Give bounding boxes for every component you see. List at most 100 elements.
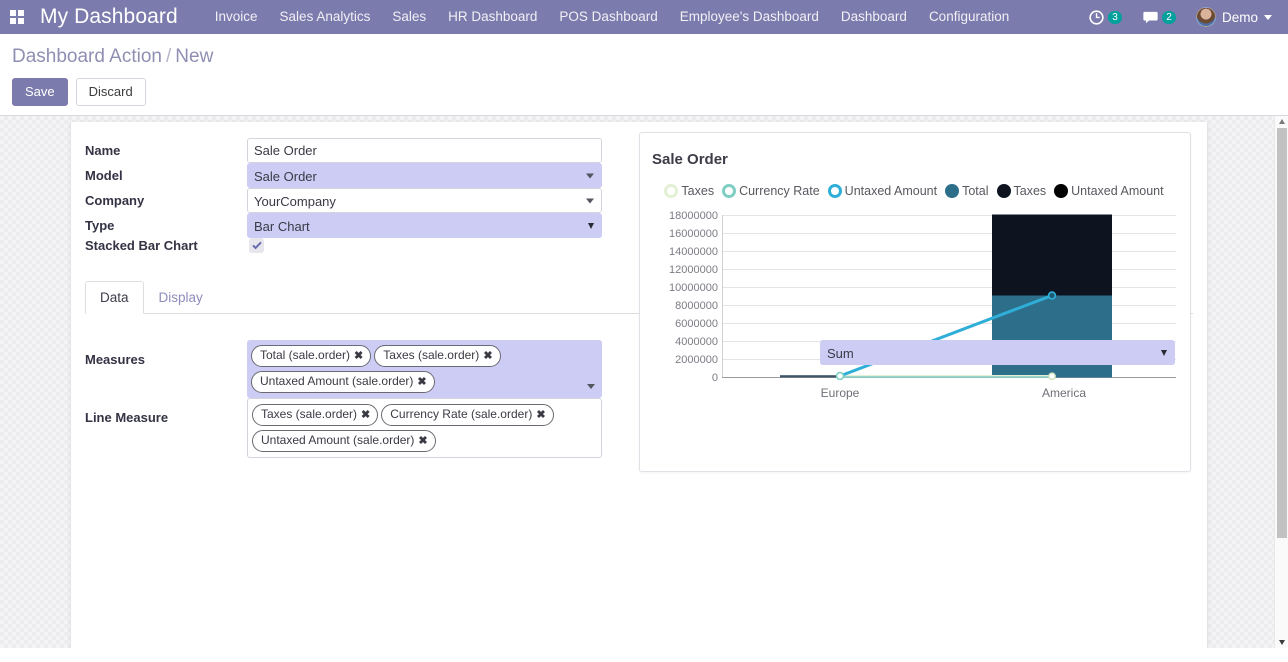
scrollbar-thumb[interactable]	[1277, 128, 1287, 538]
top-navbar: My Dashboard Invoice Sales Analytics Sal…	[0, 0, 1288, 34]
y-tick: 8000000	[675, 300, 718, 312]
model-select[interactable]: Sale Order	[247, 163, 602, 188]
tag-label: Untaxed Amount (sale.order)	[260, 374, 414, 388]
menu-item-invoice[interactable]: Invoice	[204, 0, 269, 34]
x-axis-tick-labels: Europe America	[821, 386, 1087, 400]
field-row-model: Model Sale Order	[85, 163, 618, 188]
close-x-icon[interactable]: ✖	[354, 350, 363, 362]
data-type-select-value: Sum	[827, 346, 854, 361]
line-point-america-taxes[interactable]	[1048, 372, 1056, 381]
tag-line-measure[interactable]: Untaxed Amount (sale.order) ✖	[252, 430, 436, 452]
legend-item-untaxed-amount-line[interactable]: Untaxed Amount	[827, 184, 937, 198]
close-x-icon[interactable]: ✖	[536, 409, 545, 421]
control-panel-buttons: Save Discard	[12, 78, 1288, 106]
y-axis-tick-labels: 18000000 16000000 14000000 12000000 1000…	[669, 210, 718, 384]
tag-measure[interactable]: Total (sale.order) ✖	[251, 345, 372, 367]
close-x-icon[interactable]: ✖	[361, 409, 370, 421]
apps-menu-button[interactable]	[0, 0, 34, 34]
breadcrumb-item-current: New	[175, 46, 214, 67]
tag-measure[interactable]: Untaxed Amount (sale.order) ✖	[251, 371, 435, 393]
tab-display[interactable]: Display	[144, 281, 218, 314]
save-button[interactable]: Save	[12, 78, 68, 106]
chevron-down-icon[interactable]	[587, 384, 595, 389]
type-select[interactable]: Bar Chart	[247, 213, 602, 238]
brand-title[interactable]: My Dashboard	[40, 5, 178, 29]
apps-grid-icon	[10, 10, 24, 24]
y-tick: 18000000	[669, 210, 718, 222]
activities-button[interactable]: 3	[1078, 0, 1132, 34]
stacked-bar-chart-label: Stacked Bar Chart	[85, 238, 198, 253]
tag-label: Currency Rate (sale.order)	[390, 407, 533, 421]
bar-america-total[interactable]	[992, 295, 1112, 378]
messages-button[interactable]: 2	[1132, 0, 1186, 34]
menu-item-sales-analytics[interactable]: Sales Analytics	[269, 0, 382, 34]
legend-marker-icon	[722, 184, 737, 198]
line-point-america-untaxed[interactable]	[1047, 291, 1057, 300]
check-icon	[251, 241, 262, 250]
scroll-up-icon[interactable]	[1278, 118, 1286, 126]
bar-chart-svg[interactable]: 18000000 16000000 14000000 12000000 1000…	[652, 205, 1180, 410]
legend-item-taxes-bar[interactable]: Taxes	[996, 184, 1047, 198]
field-row-stacked-bar-chart: Stacked Bar Chart	[85, 238, 618, 253]
bar-america-taxes[interactable]	[992, 214, 1112, 296]
tag-measure[interactable]: Taxes (sale.order) ✖	[374, 345, 501, 367]
legend-item-currency-rate[interactable]: Currency Rate	[722, 184, 820, 198]
breadcrumb: Dashboard Action / New	[12, 44, 1288, 69]
close-x-icon[interactable]: ✖	[483, 350, 492, 362]
company-label: Company	[85, 193, 145, 208]
close-x-icon[interactable]: ✖	[417, 376, 426, 388]
chat-bubble-icon	[1143, 11, 1158, 23]
menu-item-dashboard[interactable]: Dashboard	[830, 0, 918, 34]
y-tick: 10000000	[669, 282, 718, 294]
user-menu-button[interactable]: Demo	[1186, 0, 1280, 34]
scroll-down-icon[interactable]	[1278, 638, 1286, 646]
discard-button[interactable]: Discard	[75, 78, 146, 106]
field-row-name: Name	[85, 138, 618, 163]
tag-label: Untaxed Amount (sale.order)	[261, 433, 415, 447]
legend-marker-icon	[664, 184, 679, 198]
vertical-scrollbar[interactable]	[1274, 116, 1288, 648]
measures-tag-field[interactable]: Total (sale.order) ✖ Taxes (sale.order) ✖Un…	[247, 340, 602, 398]
y-tick: 12000000	[669, 264, 718, 276]
company-select-value: YourCompany	[254, 194, 336, 209]
model-select-value: Sale Order	[254, 169, 317, 184]
menu-item-employees-dashboard[interactable]: Employee's Dashboard	[669, 0, 830, 34]
breadcrumb-separator: /	[166, 46, 172, 67]
field-row-type: Type Bar Chart	[85, 213, 618, 238]
line-point-europe-untaxed[interactable]	[835, 371, 845, 381]
line-measure-label: Line Measure	[85, 410, 169, 425]
tag-line-measure[interactable]: Taxes (sale.order) ✖	[252, 404, 379, 426]
x-tick-america: America	[1042, 386, 1086, 400]
legend-item-total[interactable]: Total	[945, 184, 989, 198]
form-fields-column: Name Model Sale Order	[85, 138, 655, 253]
tag-label: Total (sale.order)	[260, 348, 351, 362]
breadcrumb-item-dashboard-action[interactable]: Dashboard Action	[12, 46, 162, 67]
user-name-label: Demo	[1221, 9, 1258, 25]
line-measure-tag-field[interactable]: Taxes (sale.order) ✖ Currency Rate (sale.o…	[247, 398, 602, 458]
data-type-select[interactable]: Sum	[820, 340, 1175, 365]
close-x-icon[interactable]: ✖	[418, 435, 427, 447]
tag-line-measure[interactable]: Currency Rate (sale.order) ✖	[381, 404, 554, 426]
legend-item-taxes-line[interactable]: Taxes	[664, 184, 714, 198]
legend-label: Taxes	[1013, 184, 1047, 198]
company-select[interactable]: YourCompany	[247, 188, 602, 213]
y-tick: 14000000	[669, 246, 718, 258]
activities-count-badge: 3	[1107, 10, 1122, 24]
stacked-bar-chart-checkbox[interactable]	[249, 238, 264, 253]
y-tick: 2000000	[675, 354, 718, 366]
chart-preview-card: Sale Order Taxes Currency Rate Untaxed A…	[639, 132, 1191, 472]
tag-label: Taxes (sale.order)	[383, 348, 480, 362]
legend-marker-icon	[827, 184, 842, 198]
menu-item-hr-dashboard[interactable]: HR Dashboard	[437, 0, 548, 34]
chevron-down-icon	[588, 222, 594, 229]
y-tick: 16000000	[669, 228, 718, 240]
menu-item-sales[interactable]: Sales	[381, 0, 437, 34]
field-row-measures: Measures Total (sale.order) ✖ Taxes (sale.…	[85, 340, 618, 398]
menu-item-pos-dashboard[interactable]: POS Dashboard	[548, 0, 668, 34]
data-page-left-table: Measures Total (sale.order) ✖ Taxes (sale.…	[85, 340, 618, 458]
legend-item-untaxed-amount-bar[interactable]: Untaxed Amount	[1054, 184, 1164, 198]
name-input[interactable]	[247, 138, 602, 163]
menu-item-configuration[interactable]: Configuration	[918, 0, 1020, 34]
form-sheet: Name Model Sale Order	[70, 122, 1208, 648]
tab-data[interactable]: Data	[85, 281, 144, 314]
